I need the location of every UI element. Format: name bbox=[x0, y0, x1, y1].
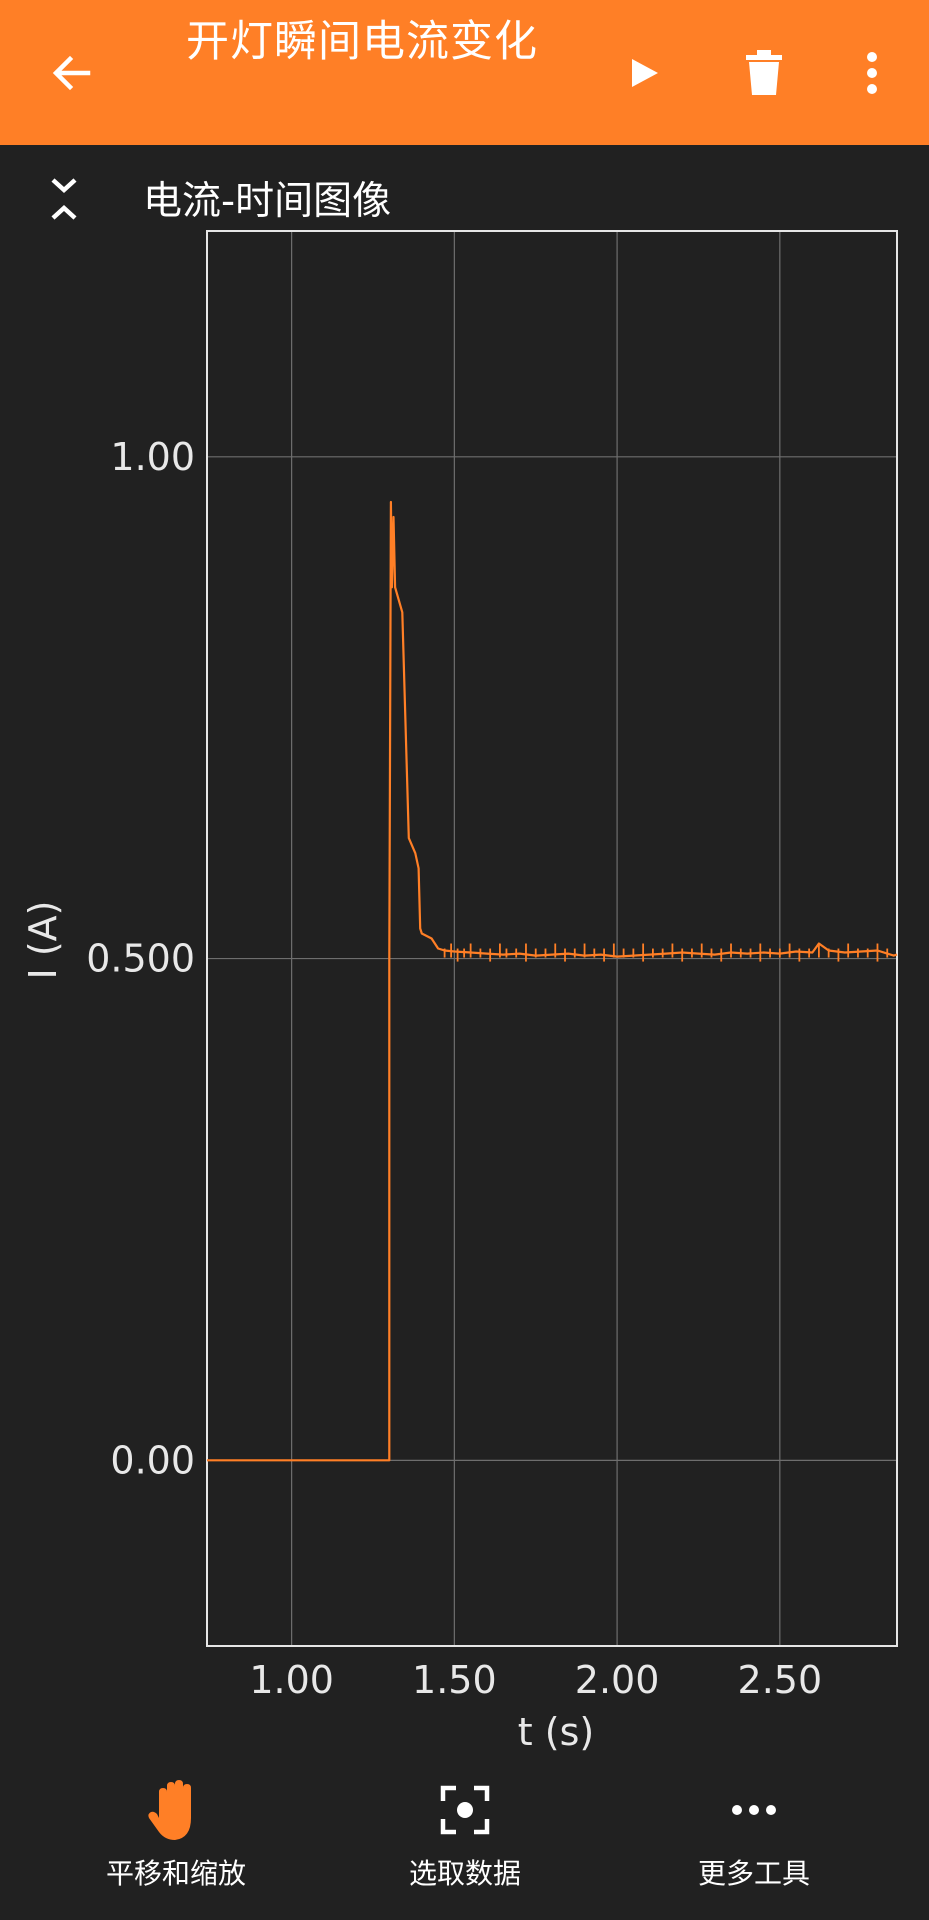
select-target-icon bbox=[440, 1785, 490, 1835]
y-tick-label: 0.00 bbox=[110, 1438, 195, 1482]
more-tools-label: 更多工具 bbox=[697, 1857, 810, 1890]
x-tick-label: 2.50 bbox=[738, 1658, 823, 1702]
y-tick-label: 0.500 bbox=[86, 937, 195, 981]
select-data-label: 选取数据 bbox=[408, 1857, 521, 1890]
y-tick-label: 1.00 bbox=[110, 435, 195, 479]
bottom-toolbar: 平移和缩放 选取数据 更多工具 bbox=[0, 1760, 929, 1920]
current-time-chart[interactable]: 1.00 1.50 2.00 2.50 0.00 0.500 1.00 t (s) I (A) bbox=[0, 0, 929, 1920]
more-tools-tool[interactable]: 更多工具 bbox=[634, 1760, 874, 1920]
series-line bbox=[207, 500, 898, 1462]
more-horizontal-icon bbox=[732, 1805, 776, 1815]
x-tick-label: 2.00 bbox=[575, 1658, 660, 1702]
hand-icon bbox=[148, 1780, 191, 1840]
app-screen: 开灯瞬间电流变化 电流-时间图像 1.00 1.50 2.00 2.50 0.0… bbox=[0, 0, 929, 1920]
x-axis-label: t (s) bbox=[518, 1710, 594, 1754]
select-data-tool[interactable]: 选取数据 bbox=[345, 1760, 585, 1920]
plot-frame bbox=[206, 230, 898, 1647]
x-tick-label: 1.50 bbox=[412, 1658, 497, 1702]
x-tick-label: 1.00 bbox=[249, 1658, 334, 1702]
pan-zoom-tool[interactable]: 平移和缩放 bbox=[56, 1760, 296, 1920]
y-axis-label: I (A) bbox=[21, 901, 65, 980]
pan-zoom-label: 平移和缩放 bbox=[105, 1857, 246, 1890]
